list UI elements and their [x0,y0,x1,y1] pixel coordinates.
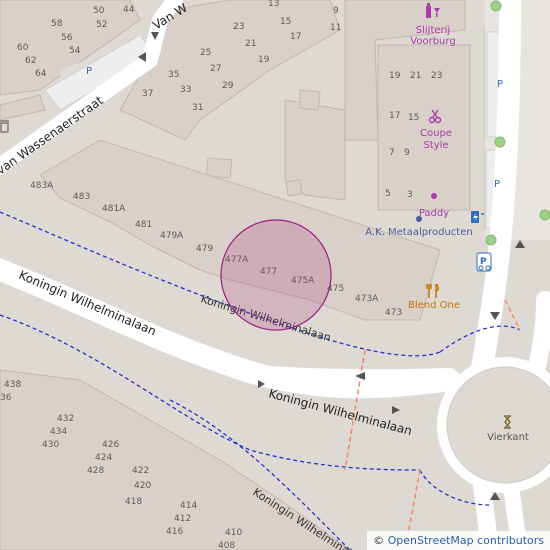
house-number: 23 [431,71,442,81]
house-number: 36 [0,393,12,403]
house-number: 44 [123,5,135,15]
restaurant-icon [426,283,439,298]
house-number: 35 [168,70,179,80]
selection-circle[interactable] [220,219,332,331]
attribution-link[interactable]: OpenStreetMap contributors [388,534,544,547]
house-number: 19 [389,71,401,81]
house-number: 15 [280,17,291,27]
house-number: 479 [196,244,213,254]
house-number: 428 [87,466,104,476]
house-number: 426 [102,440,119,450]
house-number: 418 [125,497,142,507]
house-number: 3 [407,190,413,200]
parking-p: P [494,179,500,190]
office-dot-icon [416,216,422,222]
parking-p: P [86,66,92,77]
charging-station-icon [471,211,484,223]
house-number: 15 [408,113,419,123]
poi-label: Voorburg [410,36,455,47]
house-number: 19 [258,55,270,65]
bicycle-parking-icon: P [476,252,492,272]
poi-label: Coupe [420,128,452,139]
house-number: 17 [389,111,400,121]
house-number: 62 [25,56,36,66]
house-number: 7 [389,148,395,158]
house-number: 473A [355,294,379,304]
house-number: 481A [102,204,126,214]
poi-bicycle-parking[interactable]: P [476,252,492,272]
house-number: 422 [132,466,149,476]
house-number: 33 [180,85,191,95]
house-number: 414 [180,501,197,511]
house-number: 420 [134,481,151,491]
copyright-symbol: © [373,534,385,547]
house-number: 27 [210,64,221,74]
waste-basket-icon [0,120,9,133]
map-canvas: 58 50 44 52 56 54 60 62 64 13 9 23 15 11… [0,0,550,550]
house-number: 434 [50,427,67,437]
poi-label: Style [423,140,448,151]
house-number: 50 [93,6,105,16]
poi-metaal[interactable]: A.K. Metaalproducten [365,216,473,238]
house-number: 60 [17,43,29,53]
house-number: 23 [233,22,244,32]
house-number: 58 [51,19,63,29]
house-number: 31 [192,103,203,113]
house-number: 410 [225,528,242,538]
poi-label: A.K. Metaalproducten [365,227,472,238]
poi-label: Vierkant [487,432,529,443]
house-number: 9 [404,148,410,158]
house-number: 64 [35,69,47,79]
house-number: 21 [245,39,256,49]
poi-label: Slijterij [416,25,450,36]
house-number: 408 [218,541,235,550]
house-number: 473 [385,308,402,318]
house-number: 438 [4,380,21,390]
house-number: 483A [30,181,54,191]
shop-dot-icon [431,193,437,199]
house-number: 13 [268,0,279,9]
house-number: 424 [95,453,112,463]
house-number: 17 [290,32,301,42]
house-number: 21 [410,71,421,81]
house-number: 481 [135,220,152,230]
house-number: 483 [73,192,90,202]
attribution: © OpenStreetMap contributors [367,531,550,550]
house-number: 37 [142,89,153,99]
parking-p: P [497,79,503,90]
house-number: 25 [200,48,211,58]
map-view[interactable]: 58 50 44 52 56 54 60 62 64 13 9 23 15 11… [0,0,550,550]
house-number: 432 [57,414,74,424]
poi-label: Paddy [419,208,449,219]
house-number: 9 [333,6,339,16]
house-number: 479A [160,231,184,241]
poi-label: Blend One [408,300,460,311]
house-number: 29 [222,81,234,91]
svg-text:P: P [480,257,487,267]
house-number: 11 [330,23,341,33]
house-number: 412 [174,514,191,524]
house-number: 54 [69,46,81,56]
house-number: 416 [166,527,183,537]
house-number: 52 [96,20,107,30]
street-label-koningin-main: Koningin Wilhelminalaan [17,268,158,339]
house-number: 5 [385,189,391,199]
poi-charging[interactable] [471,211,484,223]
house-number: 56 [61,33,73,43]
house-number: 430 [42,440,59,450]
